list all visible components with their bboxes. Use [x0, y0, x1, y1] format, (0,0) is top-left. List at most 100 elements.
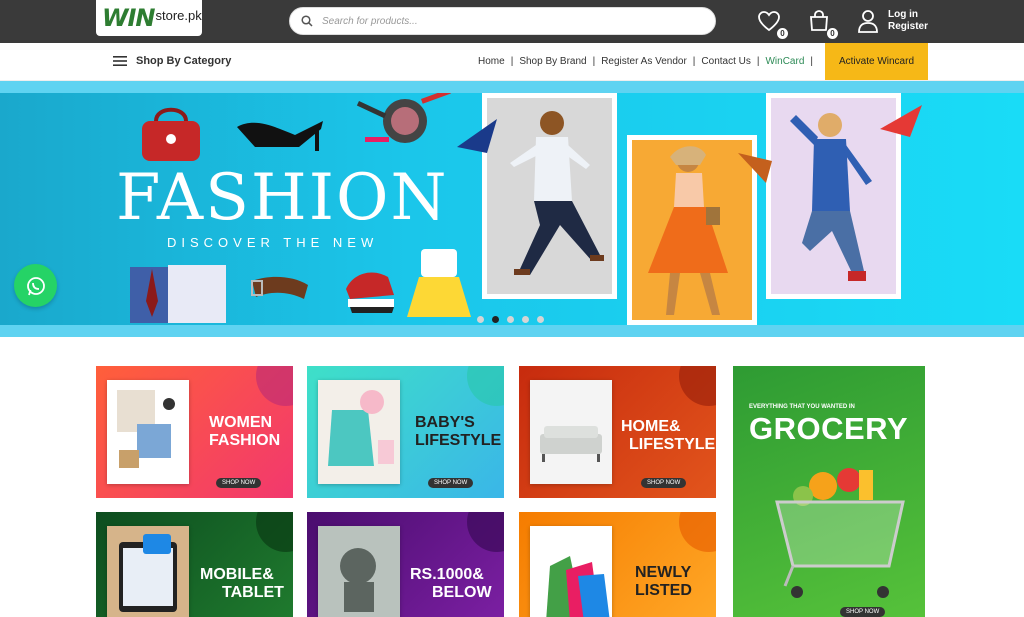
- tile-newly-listed[interactable]: NEWLY LISTED: [519, 512, 716, 617]
- decorative-blob: [679, 512, 716, 552]
- shop-by-category-label: Shop By Category: [136, 55, 232, 67]
- tile-title-line: FASHION: [209, 432, 281, 449]
- tile-title: RS.1000& BELOW: [410, 566, 492, 602]
- decorative-triangle: [738, 153, 772, 183]
- tile-title-line: LISTED: [635, 582, 692, 599]
- tile-grocery[interactable]: EVERYTHING THAT YOU WANTED IN GROCERY SH…: [733, 366, 925, 617]
- kids-dress-image: [407, 249, 471, 317]
- shop-now-button[interactable]: SHOP NOW: [428, 478, 474, 488]
- tile-title: HOME& LIFESTYLE: [621, 418, 715, 454]
- whatsapp-chat-button[interactable]: [14, 264, 57, 307]
- hero-subtitle: DISCOVER THE NEW: [167, 235, 379, 250]
- search-bar: [289, 7, 716, 35]
- shop-now-button[interactable]: SHOP NOW: [216, 478, 262, 488]
- carousel-dot-1[interactable]: [477, 316, 484, 323]
- makeup-image: [356, 93, 451, 143]
- jumping-woman-image: [648, 146, 728, 315]
- cart-count-badge: 0: [826, 27, 839, 40]
- main-nav: Shop By Category Home | Shop By Brand | …: [0, 43, 1024, 81]
- tile-women-fashion[interactable]: WOMEN FASHION SHOP NOW: [96, 366, 293, 498]
- rs1000-below-photo: [318, 526, 400, 617]
- tile-title-line: RS.1000&: [410, 566, 484, 583]
- nav-link-register-vendor[interactable]: Register As Vendor: [601, 56, 687, 67]
- hamburger-menu-icon: [113, 56, 127, 66]
- clothing-flatlay-image: [117, 390, 175, 468]
- shop-now-button[interactable]: SHOP NOW: [840, 607, 886, 617]
- tile-title: WOMEN FASHION: [209, 414, 280, 450]
- decorative-triangle: [457, 119, 497, 153]
- nav-separator: |: [592, 56, 596, 67]
- carousel-dot-3[interactable]: [507, 316, 514, 323]
- tablet-phone-image: [107, 526, 189, 617]
- carousel-dots: [477, 316, 544, 323]
- whatsapp-icon: [26, 276, 45, 295]
- nav-separator: |: [756, 56, 760, 67]
- search-icon[interactable]: [301, 15, 313, 27]
- tile-title-line: LIFESTYLE: [629, 436, 716, 453]
- register-link[interactable]: Register: [888, 21, 928, 33]
- babys-lifestyle-photo: [318, 380, 400, 484]
- carousel-dot-4[interactable]: [522, 316, 529, 323]
- tile-title-line: WOMEN: [209, 414, 273, 431]
- carousel-dot-5[interactable]: [537, 316, 544, 323]
- nav-link-shop-by-brand[interactable]: Shop By Brand: [519, 56, 586, 67]
- grocery-title: GROCERY: [749, 411, 909, 446]
- belt-image: [251, 276, 308, 299]
- tile-babys-lifestyle[interactable]: BABY'S LIFESTYLE SHOP NOW: [307, 366, 504, 498]
- sneakers-image: [346, 272, 394, 313]
- tile-title-line: NEWLY: [635, 564, 692, 581]
- shop-now-button[interactable]: SHOP NOW: [641, 478, 687, 488]
- hero-bottom-strip: [0, 325, 1024, 337]
- jumping-boy-image: [790, 113, 872, 281]
- jumping-man-image: [510, 111, 604, 275]
- site-logo[interactable]: WIN store.pk: [96, 0, 202, 36]
- wishlist-button[interactable]: 0: [757, 9, 789, 40]
- tile-title-line: TABLET: [222, 584, 284, 601]
- currency-note-image: [318, 526, 400, 617]
- tile-title-line: MOBILE&: [200, 566, 274, 583]
- tile-title-line: LIFESTYLE: [415, 432, 502, 449]
- login-link[interactable]: Log in: [888, 9, 928, 21]
- mobile-tablet-photo: [107, 526, 189, 617]
- wishlist-count-badge: 0: [776, 27, 789, 40]
- top-bar: WIN store.pk 0 0 Log in Register: [0, 0, 1024, 43]
- hero-top-strip: [0, 81, 1024, 93]
- decorative-blob: [467, 366, 504, 406]
- shirts-image: [130, 265, 226, 323]
- tile-title-line: BELOW: [432, 584, 492, 601]
- shop-by-category-menu[interactable]: Shop By Category: [113, 55, 231, 67]
- nav-link-contact-us[interactable]: Contact Us: [701, 56, 750, 67]
- user-icon: [858, 10, 878, 33]
- nav-separator: |: [692, 56, 696, 67]
- decorative-blob: [467, 512, 504, 552]
- tile-title-line: BABY'S: [415, 414, 475, 431]
- nav-separator: |: [510, 56, 514, 67]
- tile-title-line: HOME&: [621, 418, 681, 435]
- heels-image: [237, 121, 323, 151]
- account-text: Log in Register: [888, 9, 928, 33]
- tile-home-lifestyle[interactable]: HOME& LIFESTYLE SHOP NOW: [519, 366, 716, 498]
- decorative-blob: [256, 366, 293, 406]
- nav-separator: |: [810, 56, 813, 67]
- cart-button[interactable]: 0: [807, 9, 839, 40]
- baby-clothes-image: [318, 380, 400, 484]
- search-input[interactable]: [322, 15, 702, 27]
- logo-store-text: store.pk: [155, 7, 202, 23]
- nav-link-wincard[interactable]: WinCard: [765, 56, 804, 67]
- carousel-dot-2[interactable]: [492, 316, 499, 323]
- decorative-blob: [256, 512, 293, 552]
- tile-rs1000-below[interactable]: RS.1000& BELOW: [307, 512, 504, 617]
- tile-mobile-tablet[interactable]: MOBILE& TABLET: [96, 512, 293, 617]
- nav-links: Home | Shop By Brand | Register As Vendo…: [478, 56, 819, 67]
- shopping-cart-image: [775, 468, 905, 598]
- nav-link-home[interactable]: Home: [478, 56, 505, 67]
- shopping-bags-image: [530, 526, 612, 617]
- account-link[interactable]: Log in Register: [857, 9, 928, 33]
- tile-title: NEWLY LISTED: [635, 564, 692, 600]
- tile-title: BABY'S LIFESTYLE: [415, 414, 501, 450]
- tile-title: MOBILE& TABLET: [200, 566, 284, 602]
- decorative-triangle: [880, 105, 922, 137]
- activate-wincard-button[interactable]: Activate Wincard: [825, 43, 928, 80]
- hero-banner[interactable]: FASHION DISCOVER THE NEW: [0, 93, 1024, 325]
- hero-title: FASHION: [116, 161, 449, 235]
